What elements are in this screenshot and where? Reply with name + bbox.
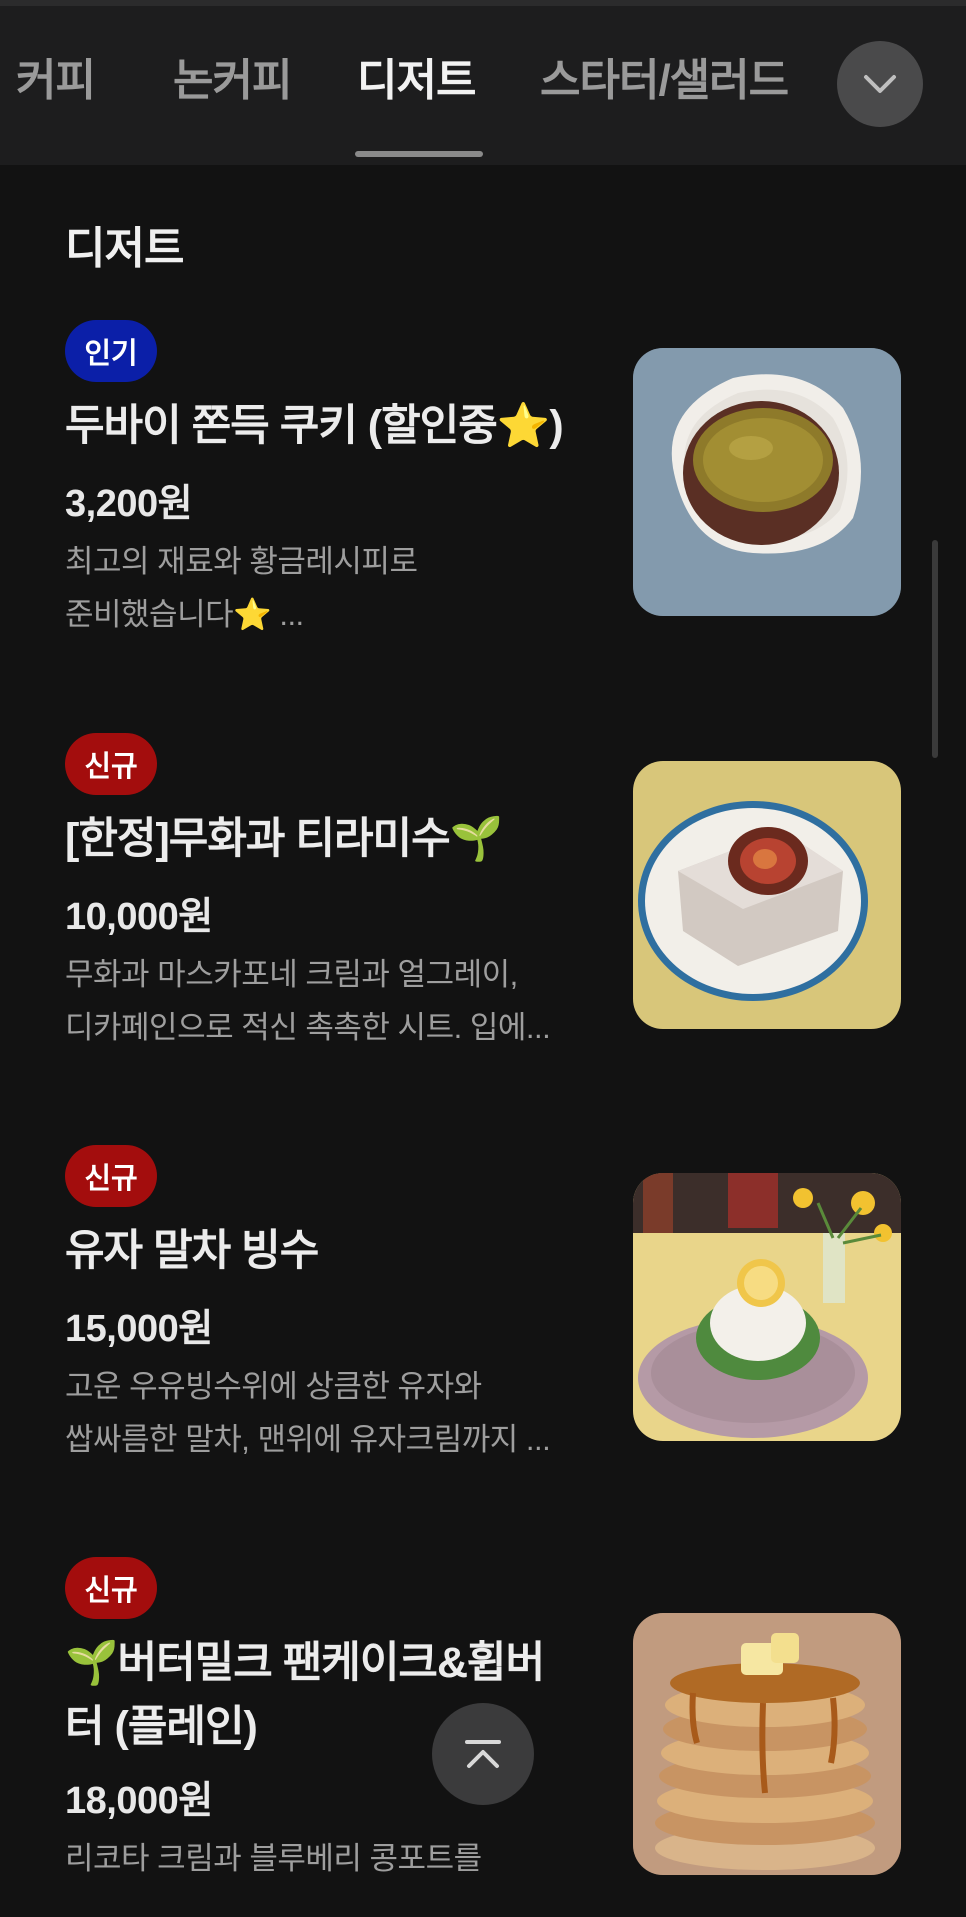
new-badge: 신규 xyxy=(65,1145,157,1207)
fig-tiramisu-image xyxy=(633,761,901,1029)
item-description: 고운 우유빙수위에 상큼한 유자와 쌉싸름한 말차, 맨위에 유자크림까지 ..… xyxy=(65,1369,551,1457)
scroll-to-top-button[interactable] xyxy=(432,1703,534,1805)
expand-categories-button[interactable] xyxy=(837,41,923,127)
sprout-emoji-icon: 🌱 xyxy=(449,815,504,863)
buttermilk-pancake-image xyxy=(633,1613,901,1875)
section-title: 디저트 xyxy=(65,224,184,273)
item-description: 최고의 재료와 황금레시피로 준비했습니다⭐ ... xyxy=(65,544,418,632)
arrow-up-to-top-icon xyxy=(465,1740,501,1768)
star-emoji-icon: ⭐ xyxy=(496,402,551,450)
yuja-matcha-bingsu-image xyxy=(633,1173,901,1441)
item-name: [한정]무화과 티라미수🌱 xyxy=(65,815,504,863)
item-name: 유자 말차 빙수 xyxy=(65,1227,319,1275)
scrollbar[interactable] xyxy=(932,540,938,758)
chevron-down-icon xyxy=(864,75,896,93)
tab-non-coffee[interactable]: 논커피 xyxy=(173,44,292,108)
dubai-chewy-cookie-image xyxy=(633,348,901,616)
item-price: 10,000원 xyxy=(65,896,213,938)
item-price: 15,000원 xyxy=(65,1308,213,1350)
menu-item-fig-tiramisu[interactable]: 신규 [한정]무화과 티라미수🌱 10,000원 무화과 마스카포네 크림과 얼… xyxy=(0,733,966,1063)
item-name: 두바이 쫀득 쿠키 (할인중⭐) xyxy=(65,402,564,450)
menu-item-yuja-bingsu[interactable]: 신규 유자 말차 빙수 15,000원 고운 우유빙수위에 상큼한 유자와 쌉싸… xyxy=(0,1145,966,1475)
tab-starter-salad[interactable]: 스타터/샐러드 xyxy=(540,44,789,108)
item-description: 리코타 크림과 블루베리 콩포트를 xyxy=(65,1841,482,1876)
item-price: 18,000원 xyxy=(65,1780,213,1822)
system-navigation-bar xyxy=(0,1880,966,1917)
new-badge: 신규 xyxy=(65,1557,157,1619)
menu-item-dubai-cookie[interactable]: 인기 두바이 쫀득 쿠키 (할인중⭐) 3,200원 최고의 재료와 황금레시피… xyxy=(0,320,966,650)
tab-coffee[interactable]: 커피 xyxy=(16,44,96,108)
sprout-emoji-icon: 🌱 xyxy=(65,1639,119,1687)
new-badge: 신규 xyxy=(65,733,157,795)
tab-dessert[interactable]: 디저트 xyxy=(357,44,476,108)
item-description: 무화과 마스카포네 크림과 얼그레이, 디카페인으로 적신 촉촉한 시트. 입에… xyxy=(65,957,551,1045)
active-tab-indicator xyxy=(355,151,483,157)
popular-badge: 인기 xyxy=(65,320,157,382)
category-tab-bar: 커피 논커피 디저트 스타터/샐러드 xyxy=(0,0,966,165)
item-price: 3,200원 xyxy=(65,483,193,525)
